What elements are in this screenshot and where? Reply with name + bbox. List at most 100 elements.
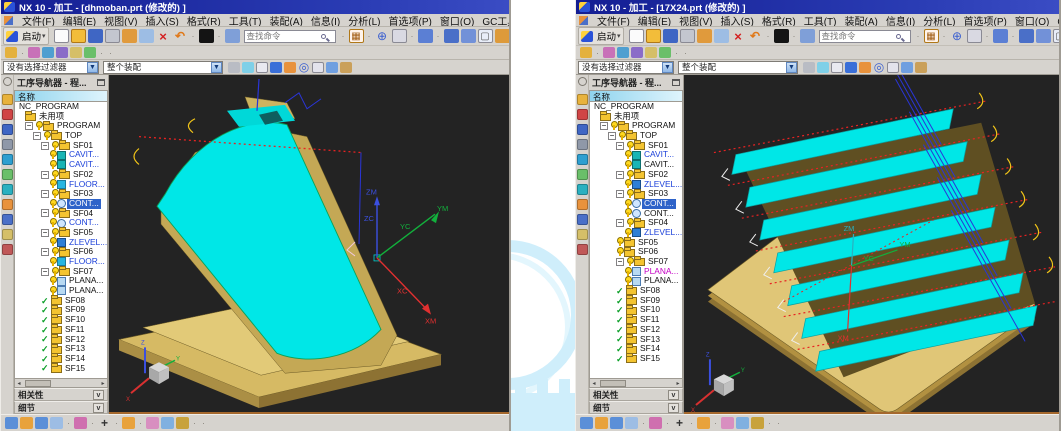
donut-snap-icon[interactable]: [751, 417, 764, 429]
resource-options-icon[interactable]: [3, 77, 12, 86]
cut-icon[interactable]: [697, 29, 712, 43]
menu-item[interactable]: 插入(S): [141, 14, 182, 27]
tree-item[interactable]: ✓SF15: [15, 364, 107, 374]
object-display-swatch[interactable]: [199, 29, 214, 43]
new-file-icon[interactable]: [629, 29, 644, 43]
delete-icon[interactable]: ×: [156, 29, 171, 43]
details-bar[interactable]: 细节v: [589, 401, 683, 414]
menu-item[interactable]: 编辑(E): [634, 14, 675, 27]
rect-select-icon[interactable]: [887, 62, 899, 73]
shell-select-icon[interactable]: [326, 62, 338, 73]
scroll-thumb[interactable]: [600, 380, 626, 387]
search-icon[interactable]: [896, 34, 901, 39]
snap-point-gear-icon[interactable]: [649, 417, 662, 429]
snapshot-icon[interactable]: [70, 47, 82, 58]
menu-item[interactable]: 格式(R): [758, 14, 800, 27]
menu-item[interactable]: 文件(F): [593, 14, 634, 27]
system-scene-icon[interactable]: [577, 244, 588, 255]
horizontal-scrollbar[interactable]: ◂▸: [589, 379, 683, 388]
dart-down-icon[interactable]: [859, 62, 871, 73]
horizontal-scrollbar[interactable]: ◂▸: [14, 379, 108, 388]
cut-icon[interactable]: [122, 29, 137, 43]
window-layout-icon[interactable]: ▦: [349, 29, 364, 43]
menu-item[interactable]: 视图(V): [675, 14, 716, 27]
graphics-viewport[interactable]: ZM ZC YM YC XC XM Z: [109, 75, 509, 414]
assembly-navigator-icon[interactable]: [2, 94, 13, 105]
general-select-icon[interactable]: ◎: [873, 62, 885, 73]
tree-item[interactable]: PLANA...: [15, 286, 107, 296]
details-bar[interactable]: 细节v: [14, 401, 108, 414]
delete-icon[interactable]: ×: [731, 29, 746, 43]
expander-icon[interactable]: −: [25, 122, 33, 130]
move-component-icon[interactable]: [631, 47, 643, 58]
touch-icon[interactable]: [28, 47, 40, 58]
expander-icon[interactable]: −: [41, 209, 49, 217]
tree-item[interactable]: −PROGRAM: [15, 121, 107, 131]
chevron-down-icon[interactable]: v: [668, 390, 679, 400]
search-input[interactable]: [247, 31, 321, 41]
solid-select-icon[interactable]: [340, 62, 352, 73]
magnifier-snap-icon[interactable]: [161, 417, 174, 429]
part-navigator-icon[interactable]: [2, 124, 13, 135]
open-folder-icon[interactable]: [646, 29, 661, 43]
highlight-icon[interactable]: [256, 62, 268, 73]
open-folder-icon[interactable]: [71, 29, 86, 43]
tree-item[interactable]: ✓SF09: [590, 296, 682, 306]
machining-wizard-icon[interactable]: [577, 169, 588, 180]
tree-column-header[interactable]: 名称: [589, 90, 683, 102]
tree-item[interactable]: ✓SF13: [15, 344, 107, 354]
selection-filter-dropdown[interactable]: 没有选择过滤器▼: [3, 61, 99, 74]
tree-item[interactable]: ✓SF09: [15, 305, 107, 315]
tree-column-header[interactable]: 名称: [14, 90, 108, 102]
selection-mode-icon[interactable]: [580, 47, 592, 58]
print-icon[interactable]: [680, 29, 695, 43]
snap-point-gear-icon[interactable]: [74, 417, 87, 429]
component-select-icon[interactable]: [35, 417, 48, 429]
tree-item[interactable]: ✓SF13: [590, 335, 682, 345]
selection-mode-icon[interactable]: [5, 47, 17, 58]
stamp-snap-icon[interactable]: [721, 417, 734, 429]
graphics-viewport[interactable]: ZM YC YM XM Z Y X: [684, 75, 1059, 414]
component-select-icon[interactable]: [610, 417, 623, 429]
expander-icon[interactable]: −: [41, 229, 49, 237]
tree-item[interactable]: ✓SF08: [15, 296, 107, 306]
menu-item[interactable]: 分析(L): [344, 14, 384, 27]
menu-item[interactable]: 窗口(O): [1011, 14, 1053, 27]
tree-item[interactable]: ✓SF12: [15, 335, 107, 345]
expander-icon[interactable]: −: [616, 171, 624, 179]
general-select-icon[interactable]: ◎: [298, 62, 310, 73]
sequence-icon[interactable]: [659, 47, 671, 58]
roles-icon[interactable]: [577, 229, 588, 240]
solid-select-icon[interactable]: [915, 62, 927, 73]
expander-icon[interactable]: −: [41, 190, 49, 198]
rotate-view-icon[interactable]: [967, 29, 982, 43]
machining-wizard-icon[interactable]: [2, 169, 13, 180]
highlight-icon[interactable]: [831, 62, 843, 73]
interpart-select-icon[interactable]: [595, 417, 608, 429]
table-select-icon[interactable]: [50, 417, 63, 429]
face-analysis-icon[interactable]: [495, 29, 509, 43]
expander-icon[interactable]: −: [608, 132, 616, 140]
menu-item[interactable]: 窗口(O): [436, 14, 478, 27]
menu-item[interactable]: 装配(A): [840, 14, 881, 27]
tree-item[interactable]: ✓SF11: [590, 315, 682, 325]
stamp-snap-icon[interactable]: [146, 417, 159, 429]
dart-up-icon[interactable]: [845, 62, 857, 73]
print-icon[interactable]: [105, 29, 120, 43]
tree-item[interactable]: ZLEVEL...: [590, 228, 682, 238]
dart-up-icon[interactable]: [270, 62, 282, 73]
zoom-view-icon[interactable]: ⊕: [375, 29, 390, 43]
select-within-icon[interactable]: [817, 62, 829, 73]
menu-item[interactable]: 文件(F): [18, 14, 59, 27]
interpart-select-icon[interactable]: [20, 417, 33, 429]
scroll-right-icon[interactable]: ▸: [99, 380, 107, 387]
chevron-down-icon[interactable]: v: [93, 390, 104, 400]
window-layout-icon[interactable]: ▦: [924, 29, 939, 43]
sequence-icon[interactable]: [84, 47, 96, 58]
process-studio-icon[interactable]: [2, 214, 13, 225]
magnifier-snap-icon[interactable]: [736, 417, 749, 429]
expander-icon[interactable]: −: [41, 268, 49, 276]
start-button[interactable]: 启动▾: [3, 27, 49, 45]
tree-item[interactable]: ✓SF12: [590, 325, 682, 335]
menu-item[interactable]: 插入(S): [716, 14, 757, 27]
